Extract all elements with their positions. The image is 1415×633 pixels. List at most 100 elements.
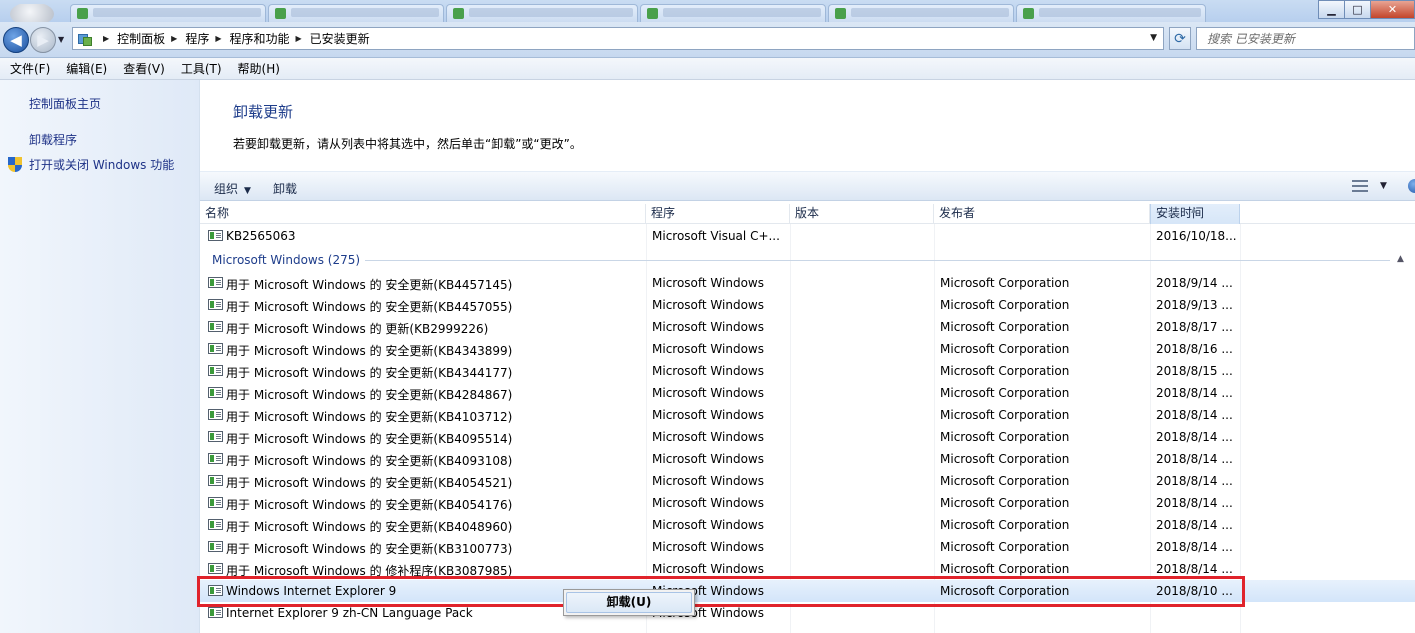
update-install-date: 2018/8/14 ... [1156, 430, 1233, 444]
tab-title [663, 8, 821, 17]
browser-tab[interactable] [828, 4, 1014, 22]
update-install-date: 2018/8/14 ... [1156, 496, 1233, 510]
update-publisher: Microsoft Corporation [940, 540, 1070, 554]
update-install-date: 2018/9/13 ... [1156, 298, 1233, 312]
update-name: 用于 Microsoft Windows 的 安全更新(KB4048960) [226, 520, 513, 534]
window-controls: ▁ □ ✕ [1318, 0, 1415, 20]
table-row[interactable]: 用于 Microsoft Windows 的 安全更新(KB4095514) Mi… [200, 426, 1415, 448]
browser-tab[interactable] [70, 4, 266, 22]
table-row[interactable]: 用于 Microsoft Windows 的 安全更新(KB4048960) Mi… [200, 514, 1415, 536]
update-publisher: Microsoft Corporation [940, 496, 1070, 510]
organize-button[interactable]: 组织 ▼ [214, 180, 251, 197]
table-row[interactable]: 用于 Microsoft Windows 的 安全更新(KB4103712) Mi… [200, 404, 1415, 426]
tab-favicon-icon [1023, 8, 1034, 19]
column-header-install-date-label: 安装时间 [1156, 206, 1205, 220]
forward-button[interactable]: ▶ [30, 27, 56, 53]
menu-tools[interactable]: 工具(T) [181, 60, 222, 77]
browser-tab[interactable] [446, 4, 638, 22]
column-header-program[interactable]: 程序 [646, 204, 790, 224]
close-button[interactable]: ✕ [1370, 0, 1415, 19]
menu-file[interactable]: 文件(F) [10, 60, 50, 77]
update-publisher: Microsoft Corporation [940, 342, 1070, 356]
update-install-date: 2018/8/14 ... [1156, 386, 1233, 400]
breadcrumb-separator[interactable]: ▶ [103, 34, 109, 43]
update-publisher: Microsoft Corporation [940, 364, 1070, 378]
column-header-install-date[interactable]: ▲ 安装时间 [1150, 204, 1240, 224]
search-input[interactable]: 搜索 已安装更新 [1196, 27, 1415, 50]
column-header-publisher[interactable]: 发布者 [934, 204, 1150, 224]
update-program: Microsoft Windows [652, 408, 764, 422]
chevron-down-icon: ▼ [244, 186, 251, 196]
update-publisher: Microsoft Corporation [940, 298, 1070, 312]
left-task-pane: 控制面板主页 卸载程序 打开或关闭 Windows 功能 [0, 80, 200, 633]
menu-help[interactable]: 帮助(H) [238, 60, 280, 77]
update-name: 用于 Microsoft Windows 的 安全更新(KB4103712) [226, 410, 513, 424]
uninstall-program-link[interactable]: 卸载程序 [29, 131, 77, 148]
update-install-date: 2018/8/14 ... [1156, 540, 1233, 554]
uninstall-toolbar-button[interactable]: 卸载 [273, 180, 297, 197]
address-box[interactable]: ▶ 控制面板 ▶ 程序 ▶ 程序和功能 ▶ 已安装更新 ▼ [72, 27, 1164, 50]
chevron-down-icon[interactable]: ▼ [1380, 181, 1387, 191]
update-publisher: Microsoft Corporation [940, 430, 1070, 444]
update-publisher: Microsoft Corporation [940, 452, 1070, 466]
table-row[interactable]: 用于 Microsoft Windows 的 安全更新(KB4054176) Mi… [200, 492, 1415, 514]
windows-features-link[interactable]: 打开或关闭 Windows 功能 [29, 156, 174, 173]
group-header-microsoft-windows[interactable]: Microsoft Windows (275) ▲ [200, 249, 1415, 271]
table-row[interactable]: 用于 Microsoft Windows 的 更新(KB2999226) Micr… [200, 316, 1415, 338]
menu-edit[interactable]: 编辑(E) [66, 60, 107, 77]
update-program: Microsoft Windows [652, 386, 764, 400]
update-publisher: Microsoft Corporation [940, 320, 1070, 334]
group-divider [365, 260, 1390, 261]
update-icon [208, 230, 223, 241]
address-dropdown-icon[interactable]: ▼ [1150, 33, 1157, 43]
context-uninstall-item[interactable]: 卸载(U) [566, 592, 692, 613]
refresh-button[interactable]: ⟳ [1169, 27, 1191, 50]
table-row[interactable]: 用于 Microsoft Windows 的 安全更新(KB4054521) Mi… [200, 470, 1415, 492]
table-row[interactable]: 用于 Microsoft Windows 的 安全更新(KB4457055) Mi… [200, 294, 1415, 316]
browser-tab[interactable] [1016, 4, 1206, 22]
update-install-date: 2018/8/17 ... [1156, 320, 1233, 334]
breadcrumb-separator[interactable]: ▶ [215, 34, 221, 43]
breadcrumb-installed-updates[interactable]: 已安装更新 [310, 30, 370, 47]
update-install-date: 2018/8/14 ... [1156, 518, 1233, 532]
update-name: 用于 Microsoft Windows 的 安全更新(KB4095514) [226, 432, 513, 446]
tab-favicon-icon [453, 8, 464, 19]
command-toolbar: 组织 ▼ 卸载 ▼ [200, 171, 1415, 201]
tab-title [93, 8, 261, 17]
update-name: 用于 Microsoft Windows 的 安全更新(KB4054521) [226, 476, 513, 490]
table-row[interactable]: 用于 Microsoft Windows 的 安全更新(KB4343899) Mi… [200, 338, 1415, 360]
update-program: Microsoft Windows [652, 474, 764, 488]
breadcrumb-separator[interactable]: ▶ [296, 34, 302, 43]
list-header: 名称 程序 版本 发布者 ▲ 安装时间 [200, 204, 1415, 224]
update-publisher: Microsoft Corporation [940, 474, 1070, 488]
view-options-icon[interactable] [1352, 180, 1368, 192]
table-row[interactable]: 用于 Microsoft Windows 的 安全更新(KB4093108) Mi… [200, 448, 1415, 470]
maximize-button[interactable]: □ [1344, 0, 1371, 19]
tab-favicon-icon [77, 8, 88, 19]
collapse-group-icon[interactable]: ▲ [1397, 254, 1404, 264]
minimize-button[interactable]: ▁ [1318, 0, 1345, 19]
breadcrumb-control-panel[interactable]: 控制面板 [117, 30, 165, 47]
breadcrumb-programs[interactable]: 程序 [185, 30, 209, 47]
browser-tab[interactable] [640, 4, 826, 22]
breadcrumb-programs-features[interactable]: 程序和功能 [230, 30, 290, 47]
browser-tab[interactable] [268, 4, 444, 22]
tab-title [291, 8, 439, 17]
page-description: 若要卸载更新，请从列表中将其选中，然后单击“卸载”或“更改”。 [233, 137, 582, 151]
table-row[interactable]: 用于 Microsoft Windows 的 安全更新(KB4457145) Mi… [200, 272, 1415, 294]
table-row[interactable]: 用于 Microsoft Windows 的 安全更新(KB3100773) Mi… [200, 536, 1415, 558]
back-button[interactable]: ◀ [3, 27, 29, 53]
update-name: Internet Explorer 9 zh-CN Language Pack [226, 606, 473, 620]
menu-view[interactable]: 查看(V) [123, 60, 165, 77]
table-row[interactable]: 用于 Microsoft Windows 的 安全更新(KB4344177) Mi… [200, 360, 1415, 382]
list-item[interactable]: KB2565063 Microsoft Visual C+... 2016/10… [200, 225, 1415, 247]
update-publisher: Microsoft Corporation [940, 408, 1070, 422]
update-name: 用于 Microsoft Windows 的 安全更新(KB4457145) [226, 278, 513, 292]
table-row[interactable]: 用于 Microsoft Windows 的 安全更新(KB4284867) Mi… [200, 382, 1415, 404]
control-panel-home-link[interactable]: 控制面板主页 [29, 95, 101, 112]
help-icon[interactable] [1408, 179, 1415, 193]
recent-pages-dropdown[interactable]: ▼ [58, 35, 64, 44]
breadcrumb-separator[interactable]: ▶ [171, 34, 177, 43]
column-header-version[interactable]: 版本 [790, 204, 934, 224]
column-header-name[interactable]: 名称 [200, 204, 646, 224]
